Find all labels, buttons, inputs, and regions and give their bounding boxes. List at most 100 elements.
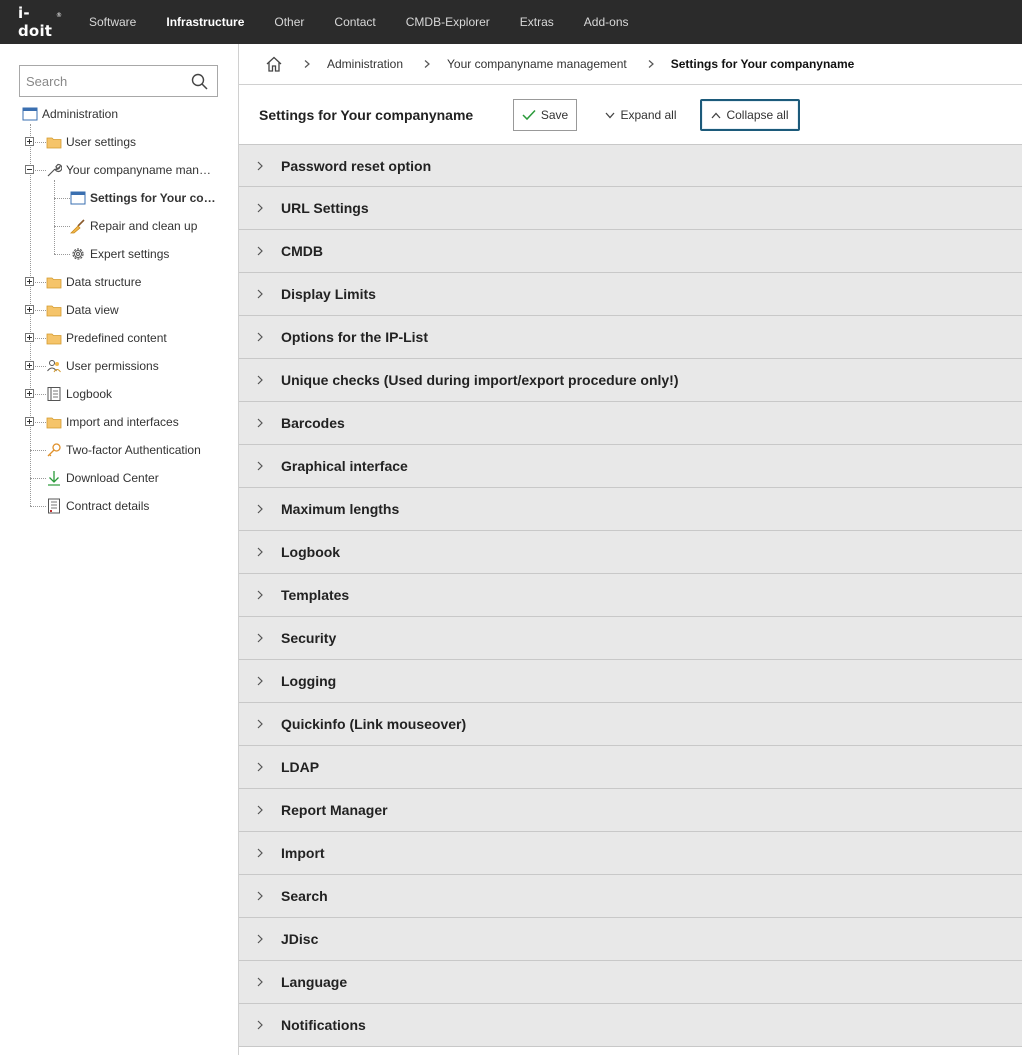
section-jdisc[interactable]: JDisc xyxy=(239,918,1022,961)
tree-item-label: Data view xyxy=(66,303,119,317)
nav-cmdb-explorer[interactable]: CMDB-Explorer xyxy=(391,0,505,44)
section-ip-list-options[interactable]: Options for the IP-List xyxy=(239,316,1022,359)
chevron-right-icon xyxy=(257,934,263,944)
expand-data-view-toggle[interactable] xyxy=(25,305,34,314)
tree-item-contract-details[interactable]: Contract details xyxy=(46,495,149,517)
expand-predefined-content-toggle[interactable] xyxy=(25,333,34,342)
section-logbook[interactable]: Logbook xyxy=(239,531,1022,574)
section-title: Search xyxy=(281,888,328,904)
idoit-logo[interactable]: i-doit ® xyxy=(0,0,62,44)
tree-item-label: Logbook xyxy=(66,387,113,401)
logo-text: i-doit xyxy=(18,4,53,40)
expand-all-button[interactable]: Expand all xyxy=(601,99,681,131)
expand-logbook-toggle[interactable] xyxy=(25,389,34,398)
page-title: Settings for Your companyname xyxy=(259,107,474,123)
nav-software[interactable]: Software xyxy=(74,0,151,44)
section-report-manager[interactable]: Report Manager xyxy=(239,789,1022,832)
tree-item-logbook[interactable]: Logbook xyxy=(46,383,112,405)
save-button[interactable]: Save xyxy=(513,99,577,131)
logo-trademark: ® xyxy=(56,12,63,19)
tree-item-label: Import and interfaces xyxy=(66,415,179,429)
breadcrumb-administration[interactable]: Administration xyxy=(327,57,403,71)
section-title: JDisc xyxy=(281,931,319,947)
chevron-up-icon xyxy=(711,112,721,118)
chevron-right-icon xyxy=(257,891,263,901)
broom-icon xyxy=(70,219,85,234)
collapse-all-button[interactable]: Collapse all xyxy=(700,99,800,131)
expand-user-permissions-toggle[interactable] xyxy=(25,361,34,370)
tree-item-data-structure[interactable]: Data structure xyxy=(46,271,141,293)
chevron-right-icon xyxy=(257,289,263,299)
tree-item-repair-clean-up[interactable]: Repair and clean up xyxy=(70,215,197,237)
tree-connector xyxy=(30,450,46,451)
chevron-down-icon xyxy=(605,112,615,118)
tree-item-data-view[interactable]: Data view xyxy=(46,299,119,321)
home-icon[interactable] xyxy=(265,55,283,73)
section-notifications[interactable]: Notifications xyxy=(239,1004,1022,1047)
expand-user-settings-toggle[interactable] xyxy=(25,137,34,146)
section-title: Password reset option xyxy=(281,157,432,174)
section-unique-checks[interactable]: Unique checks (Used during import/export… xyxy=(239,359,1022,402)
section-title: Unique checks (Used during import/export… xyxy=(281,372,679,388)
wrench-icon xyxy=(47,163,62,177)
section-barcodes[interactable]: Barcodes xyxy=(239,402,1022,445)
section-ldap[interactable]: LDAP xyxy=(239,746,1022,789)
window-icon xyxy=(70,191,86,205)
folder-icon xyxy=(46,417,62,429)
key-icon xyxy=(47,443,61,457)
section-logging[interactable]: Logging xyxy=(239,660,1022,703)
tree-item-user-settings[interactable]: User settings xyxy=(46,131,136,153)
collapse-companyname-toggle[interactable] xyxy=(25,165,34,174)
sidebar-search xyxy=(19,65,218,97)
tree-item-two-factor[interactable]: Two-factor Authentication xyxy=(46,439,201,461)
section-title: Notifications xyxy=(281,1017,366,1033)
breadcrumb-companyname-management[interactable]: Your companyname management xyxy=(447,57,627,71)
tree-item-label: User permissions xyxy=(66,359,159,373)
section-language[interactable]: Language xyxy=(239,961,1022,1004)
section-password-reset[interactable]: Password reset option xyxy=(239,144,1022,187)
nav-contact[interactable]: Contact xyxy=(319,0,390,44)
section-security[interactable]: Security xyxy=(239,617,1022,660)
sidebar: Administration User settings Your compan… xyxy=(0,44,238,1055)
contract-icon xyxy=(48,498,60,514)
folder-icon xyxy=(46,277,62,289)
tree-item-administration[interactable]: Administration xyxy=(22,103,118,125)
section-display-limits[interactable]: Display Limits xyxy=(239,273,1022,316)
search-icon[interactable] xyxy=(191,73,208,90)
settings-header: Settings for Your companyname Save Expan… xyxy=(239,85,1022,144)
tree-item-expert-settings[interactable]: Expert settings xyxy=(70,243,169,265)
nav-other[interactable]: Other xyxy=(259,0,319,44)
tree-item-settings-selected[interactable]: Settings for Your co… xyxy=(70,187,220,209)
section-graphical-interface[interactable]: Graphical interface xyxy=(239,445,1022,488)
tree-connector xyxy=(54,254,70,255)
section-title: Import xyxy=(281,845,325,861)
nav-extras[interactable]: Extras xyxy=(505,0,569,44)
section-title: URL Settings xyxy=(281,200,369,216)
section-title: LDAP xyxy=(281,759,320,775)
nav-add-ons[interactable]: Add-ons xyxy=(569,0,644,44)
section-url-settings[interactable]: URL Settings xyxy=(239,187,1022,230)
section-search[interactable]: Search xyxy=(239,875,1022,918)
section-import[interactable]: Import xyxy=(239,832,1022,875)
tree-item-label: Your companyname man… xyxy=(66,163,211,177)
chevron-right-icon xyxy=(257,848,263,858)
tree-item-download-center[interactable]: Download Center xyxy=(46,467,159,489)
search-input[interactable] xyxy=(20,66,180,96)
tree-item-import-interfaces[interactable]: Import and interfaces xyxy=(46,411,179,433)
tree-item-predefined-content[interactable]: Predefined content xyxy=(46,327,167,349)
tree-connector xyxy=(30,478,46,479)
section-maximum-lengths[interactable]: Maximum lengths xyxy=(239,488,1022,531)
tree-item-companyname-management[interactable]: Your companyname man… xyxy=(46,159,218,181)
tree-item-label: Predefined content xyxy=(66,331,167,345)
gear-icon xyxy=(72,248,84,260)
section-templates[interactable]: Templates xyxy=(239,574,1022,617)
expand-data-structure-toggle[interactable] xyxy=(25,277,34,286)
nav-infrastructure[interactable]: Infrastructure xyxy=(151,0,259,44)
save-button-label: Save xyxy=(540,108,569,122)
chevron-right-icon xyxy=(257,375,263,385)
expand-import-toggle[interactable] xyxy=(25,417,34,426)
tree-item-user-permissions[interactable]: User permissions xyxy=(46,355,159,377)
tree-item-label: Expert settings xyxy=(90,247,170,261)
section-quickinfo[interactable]: Quickinfo (Link mouseover) xyxy=(239,703,1022,746)
section-cmdb[interactable]: CMDB xyxy=(239,230,1022,273)
